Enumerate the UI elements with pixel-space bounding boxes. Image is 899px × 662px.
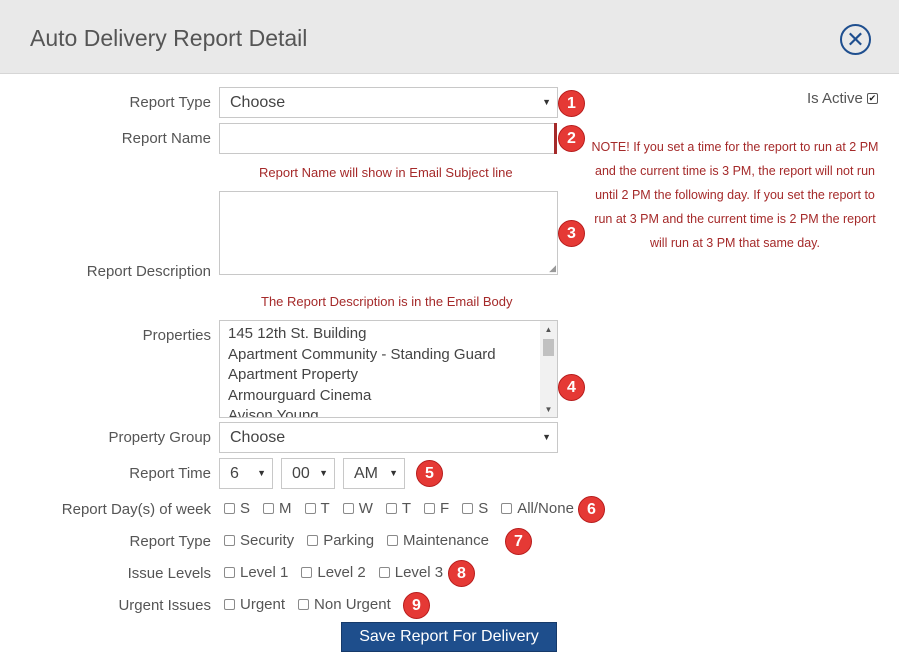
scroll-down-icon[interactable]: ▼ [540,405,557,414]
listbox-scrollbar[interactable]: ▲ ▼ [540,321,557,417]
properties-label: Properties [142,327,211,344]
list-item[interactable]: Apartment Community - Standing Guard [220,345,557,366]
report-type-label: Report Type [129,94,211,111]
report-time-label: Report Time [129,465,211,482]
list-item[interactable]: Armourguard Cinema [220,386,557,407]
annotation-badge-7: 7 [505,528,532,555]
day-checkbox[interactable] [342,503,354,514]
report-type-checks-label: Report Type [129,533,211,550]
all-none-label: All/None [517,500,574,517]
scrollbar-thumb[interactable] [543,339,554,356]
report-name-input[interactable] [219,123,556,154]
issue-levels-group: Level 1 Level 2 Level 3 [224,564,456,581]
parking-label: Parking [323,532,375,549]
save-report-button[interactable]: Save Report For Delivery [341,622,557,652]
chevron-down-icon: ▼ [257,468,266,478]
annotation-badge-5: 5 [416,460,443,487]
level-2-checkbox[interactable] [301,567,313,578]
required-indicator [554,123,557,154]
is-active-label: Is Active [807,90,863,107]
day-checkbox[interactable] [424,503,436,514]
day-checkbox[interactable] [385,503,397,514]
non-urgent-checkbox[interactable] [298,599,310,610]
annotation-badge-2: 2 [558,125,585,152]
property-group-label: Property Group [108,429,211,446]
close-icon[interactable]: ✕ [840,24,871,55]
annotation-badge-8: 8 [448,560,475,587]
chevron-down-icon: ▼ [542,97,551,107]
resize-handle-icon[interactable]: ◢ [549,263,556,274]
level-1-label: Level 1 [240,564,289,581]
day-checkbox[interactable] [263,503,275,514]
report-name-label: Report Name [121,130,211,147]
chevron-down-icon: ▼ [319,468,328,478]
day-checkbox[interactable] [224,503,235,514]
day-label: F [440,500,450,517]
dialog-header: Auto Delivery Report Detail ✕ [0,0,899,74]
property-group-value: Choose [230,429,286,446]
report-description-label: Report Description [86,263,211,280]
report-name-hint: Report Name will show in Email Subject l… [259,165,513,180]
level-3-checkbox[interactable] [378,567,390,578]
urgent-issues-group: Urgent Non Urgent [224,596,404,613]
is-active-toggle[interactable]: Is Active ✔ [807,90,878,107]
non-urgent-label: Non Urgent [314,596,391,613]
chevron-down-icon: ▼ [542,432,551,442]
report-type-select[interactable]: Choose ▼ [219,87,558,118]
report-type-checks-group: Security Parking Maintenance [224,532,502,549]
maintenance-checkbox[interactable] [387,535,399,546]
report-ampm-value: AM [354,465,378,482]
day-checkbox[interactable] [304,503,316,514]
properties-listbox[interactable]: 145 12th St. Building Apartment Communit… [219,320,558,418]
report-minute-select[interactable]: 00 ▼ [281,458,335,489]
report-type-value: Choose [230,94,286,111]
level-1-checkbox[interactable] [224,567,235,578]
scroll-up-icon[interactable]: ▲ [540,325,557,334]
report-hour-select[interactable]: 6 ▼ [219,458,273,489]
annotation-badge-3: 3 [558,220,585,247]
urgent-checkbox[interactable] [224,599,235,610]
dialog-title: Auto Delivery Report Detail [30,25,308,51]
day-label: S [478,500,489,517]
level-2-label: Level 2 [317,564,366,581]
annotation-badge-1: 1 [558,90,585,117]
list-item[interactable]: Apartment Property [220,365,557,386]
annotation-badge-4: 4 [558,374,585,401]
time-note: NOTE! If you set a time for the report t… [591,140,879,250]
list-item[interactable]: Avison Young [220,406,557,417]
urgent-label: Urgent [240,596,286,613]
report-minute-value: 00 [292,465,310,482]
security-checkbox[interactable] [224,535,235,546]
annotation-badge-9: 9 [403,592,430,619]
day-checkbox[interactable] [462,503,474,514]
report-days-label: Report Day(s) of week [61,501,211,518]
all-none-checkbox[interactable] [501,503,513,514]
report-ampm-select[interactable]: AM ▼ [343,458,405,489]
issue-levels-label: Issue Levels [127,565,211,582]
day-label: T [320,500,330,517]
urgent-issues-label: Urgent Issues [118,597,211,614]
parking-checkbox[interactable] [307,535,319,546]
list-item[interactable]: 145 12th St. Building [220,324,557,345]
day-label: M [279,500,292,517]
property-group-select[interactable]: Choose ▼ [219,422,558,453]
maintenance-label: Maintenance [403,532,489,549]
chevron-down-icon: ▼ [389,468,398,478]
day-label: W [358,500,373,517]
security-label: Security [240,532,295,549]
report-hour-value: 6 [230,465,239,482]
level-3-label: Level 3 [394,564,444,581]
is-active-checkbox[interactable]: ✔ [866,93,878,104]
report-days-group: S M T W T F S All/None [224,500,587,517]
day-label: S [240,500,251,517]
annotation-badge-6: 6 [578,496,605,523]
day-label: T [401,500,412,517]
report-description-textarea[interactable]: ◢ [219,191,558,275]
report-description-hint: The Report Description is in the Email B… [261,294,513,309]
